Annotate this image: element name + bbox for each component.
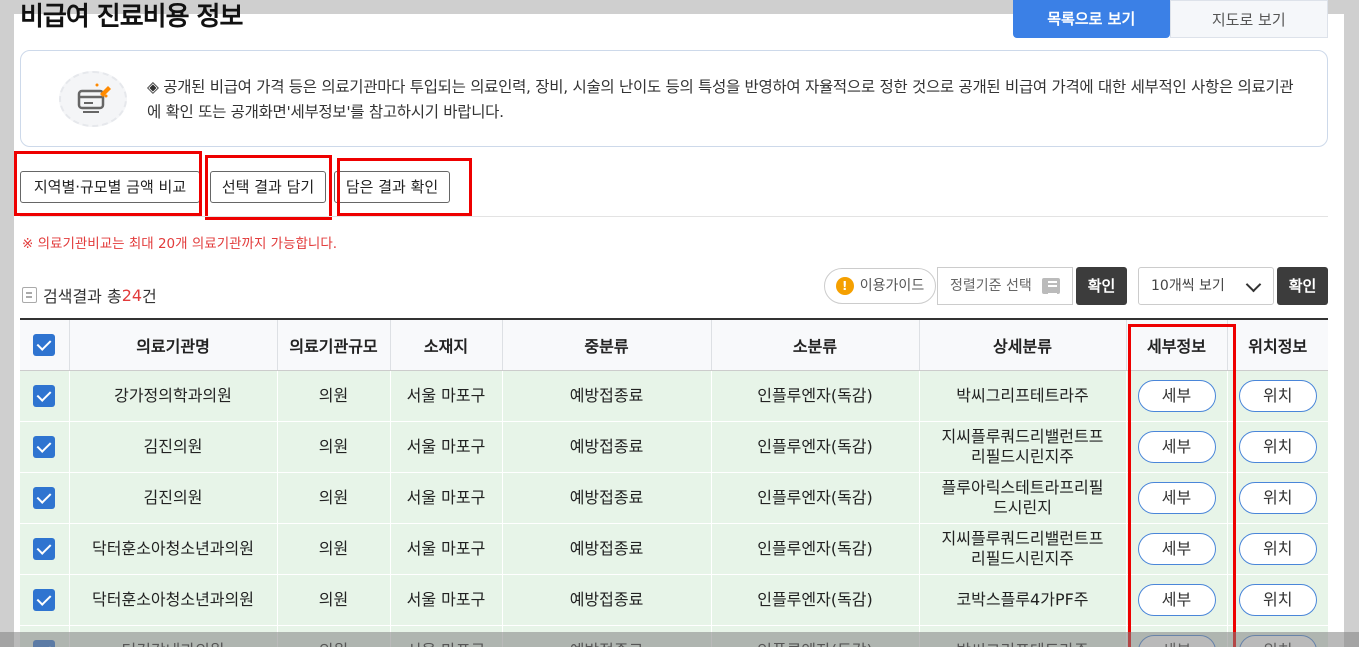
per-page-select[interactable]: 10개씩 보기: [1138, 267, 1274, 305]
cell-location: 서울 마포구: [389, 574, 502, 626]
cell-sub-category: 인플루엔자(독감): [710, 574, 919, 626]
highlight-box-add: [205, 155, 332, 220]
header-location-info: 위치정보: [1226, 318, 1328, 371]
header-location: 소재지: [389, 318, 502, 371]
row-select-cell: [20, 523, 69, 575]
cell-mid-category: 예방접종료: [501, 574, 711, 626]
divider: [20, 216, 1328, 217]
cell-size: 의원: [276, 523, 390, 575]
location-cell: 위치: [1226, 574, 1328, 626]
row-select-cell: [20, 574, 69, 626]
header-size: 의료기관규모: [276, 318, 390, 371]
cell-name: 닥터훈소아청소년과의원: [68, 574, 277, 626]
cell-mid-category: 예방접종료: [501, 421, 711, 473]
guide-button[interactable]: ! 이용가이드: [824, 268, 936, 304]
highlight-box-view: [337, 158, 472, 216]
select-all-checkbox[interactable]: [33, 333, 56, 356]
result-number: 24: [121, 285, 143, 305]
cell-size: 의원: [276, 574, 390, 626]
cell-location: 서울 마포구: [389, 472, 502, 524]
result-prefix: 검색결과 총: [43, 287, 122, 306]
guide-label: 이용가이드: [859, 278, 925, 294]
header-mid-category: 중분류: [501, 318, 711, 371]
header-detail-category: 상세분류: [918, 318, 1126, 371]
row-checkbox[interactable]: [33, 537, 56, 560]
cell-sub-category: 인플루엔자(독감): [710, 523, 919, 575]
header-name: 의료기관명: [68, 318, 277, 371]
exclamation-icon: !: [835, 277, 854, 295]
cell-detail-category: 박씨그리프테트라주: [918, 370, 1126, 422]
highlight-box-detail-column: [1128, 324, 1236, 647]
highlight-box-compare: [14, 151, 202, 216]
chevron-down-icon: [1245, 276, 1262, 293]
view-tabs: 목록으로 보기 지도로 보기: [1013, 0, 1328, 38]
cell-location: 서울 마포구: [389, 523, 502, 575]
cell-detail-category: 코박스플루4가PF주: [918, 574, 1126, 626]
card-pencil-icon: [59, 71, 127, 127]
location-cell: 위치: [1226, 421, 1328, 473]
cell-detail-category: 지씨플루쿼드리밸런트프리필드시린지주: [918, 421, 1126, 473]
cell-location: 서울 마포구: [389, 421, 502, 473]
select-all-cell: [20, 318, 69, 371]
location-cell: 위치: [1226, 472, 1328, 524]
cell-name: 김진의원: [68, 421, 277, 473]
notice-text: ◈ 공개된 비급여 가격 등은 의료기관마다 투입되는 의료인력, 장비, 시술…: [147, 78, 1294, 121]
tab-list-view[interactable]: 목록으로 보기: [1013, 0, 1170, 38]
row-checkbox[interactable]: [33, 435, 56, 458]
cell-name: 닥터훈소아청소년과의원: [68, 523, 277, 575]
cell-size: 의원: [276, 370, 390, 422]
notice-box: ◈ 공개된 비급여 가격 등은 의료기관마다 투입되는 의료인력, 장비, 시술…: [20, 50, 1328, 147]
location-button[interactable]: 위치: [1238, 532, 1317, 565]
row-checkbox[interactable]: [33, 384, 56, 407]
cell-sub-category: 인플루엔자(독감): [710, 370, 919, 422]
per-page-confirm-button[interactable]: 확인: [1277, 267, 1328, 305]
location-cell: 위치: [1226, 370, 1328, 422]
row-select-cell: [20, 472, 69, 524]
sort-confirm-button[interactable]: 확인: [1076, 267, 1127, 305]
cell-name: 김진의원: [68, 472, 277, 524]
sort-select[interactable]: 정렬기준 선택: [937, 267, 1073, 305]
location-button[interactable]: 위치: [1238, 583, 1317, 616]
per-page-label: 10개씩 보기: [1151, 278, 1225, 294]
location-button[interactable]: 위치: [1238, 481, 1317, 514]
cell-mid-category: 예방접종료: [501, 472, 711, 524]
location-cell: 위치: [1226, 523, 1328, 575]
page-title: 비급여 진료비용 정보: [20, 2, 243, 32]
compare-limit-warning: ※ 의료기관비교는 최대 20개 의료기관까지 가능합니다.: [22, 236, 338, 252]
cell-sub-category: 인플루엔자(독감): [710, 421, 919, 473]
bottom-overlay: [0, 632, 1359, 647]
result-count: 검색결과 총 24 건: [22, 283, 157, 307]
cell-sub-category: 인플루엔자(독감): [710, 472, 919, 524]
row-select-cell: [20, 421, 69, 473]
cell-size: 의원: [276, 472, 390, 524]
cell-location: 서울 마포구: [389, 370, 502, 422]
sort-select-label: 정렬기준 선택: [950, 278, 1032, 294]
list-icon: [1042, 278, 1060, 295]
cell-detail-category: 플루아릭스테트라프리필드시린지: [918, 472, 1126, 524]
document-icon: [22, 287, 37, 303]
header-sub-category: 소분류: [710, 318, 919, 371]
cell-mid-category: 예방접종료: [501, 370, 711, 422]
row-checkbox[interactable]: [33, 486, 56, 509]
location-button[interactable]: 위치: [1238, 430, 1317, 463]
row-checkbox[interactable]: [33, 588, 56, 611]
page: 비급여 진료비용 정보 목록으로 보기 지도로 보기 ◈ 공개된 비급여 가격 …: [0, 0, 1359, 647]
cell-size: 의원: [276, 421, 390, 473]
tab-map-view[interactable]: 지도로 보기: [1169, 0, 1328, 38]
cell-mid-category: 예방접종료: [501, 523, 711, 575]
result-suffix: 건: [142, 287, 157, 306]
location-button[interactable]: 위치: [1238, 379, 1317, 412]
cell-detail-category: 지씨플루쿼드리밸런트프리필드시린지주: [918, 523, 1126, 575]
cell-name: 강가정의학과의원: [68, 370, 277, 422]
row-select-cell: [20, 370, 69, 422]
